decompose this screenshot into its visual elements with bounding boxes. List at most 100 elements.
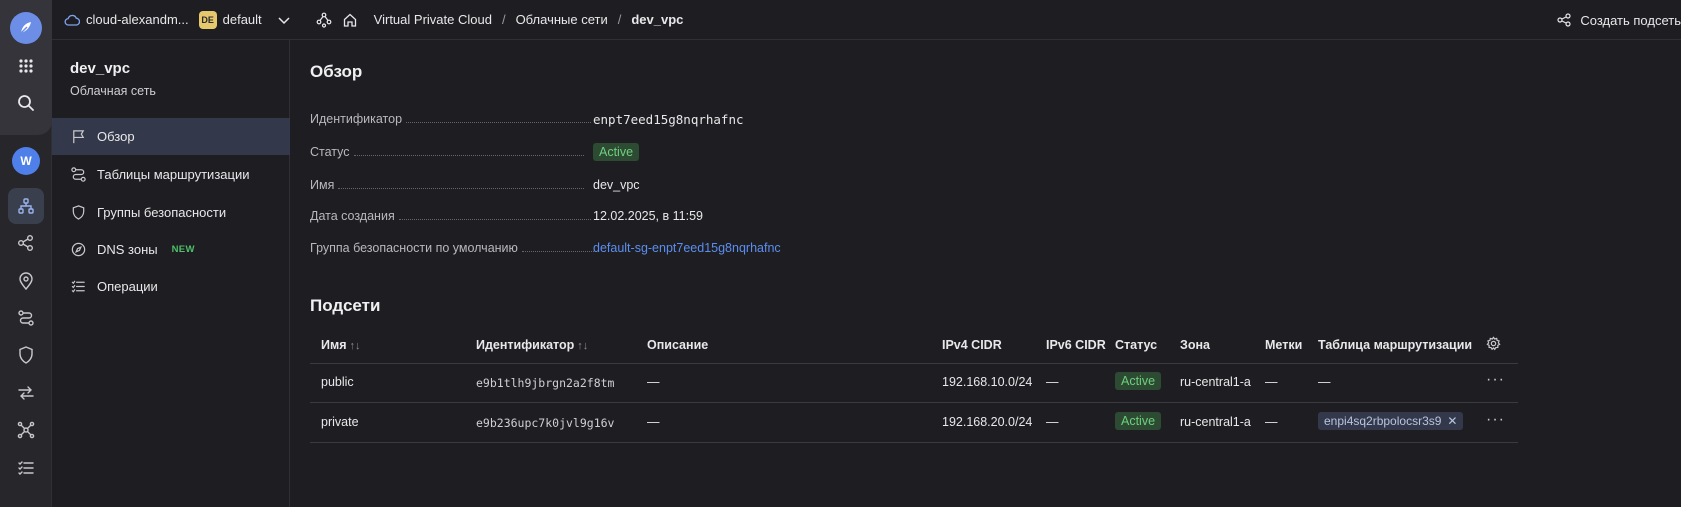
main-content: Обзор Идентификатор enpt7eed15g8nqrhafnc… <box>290 40 1681 507</box>
list-icon <box>71 280 85 293</box>
column-zone: Зона <box>1180 338 1210 352</box>
breadcrumb-separator: / <box>501 12 506 27</box>
cell-route-table: enpi4sq2rbpolocsr3s9 ✕ <box>1318 412 1464 430</box>
breadcrumb-current: dev_vpc <box>631 12 684 27</box>
create-subnet-button[interactable]: Создать подсеть <box>1556 0 1681 40</box>
cell-ipv4: 192.168.10.0/24 <box>942 375 1033 389</box>
leader-dots <box>521 250 594 252</box>
cell-description: — <box>647 415 660 429</box>
cell-route-table: — <box>1318 375 1331 389</box>
network-icon <box>18 198 34 214</box>
property-value-wrap: Active <box>593 143 640 161</box>
column-ipv6: IPv6 CIDR <box>1046 338 1106 352</box>
leader-dots <box>338 187 585 189</box>
column-id[interactable]: Идентификатор ↑↓ <box>476 338 588 352</box>
column-label: Идентификатор <box>476 338 575 352</box>
route-table-id: enpi4sq2rbpolocsr3s9 <box>1324 414 1442 428</box>
sidebar-item-label: DNS зоны <box>97 242 158 257</box>
sidebar-item-security-groups[interactable]: Группы безопасности <box>52 194 290 231</box>
table-row[interactable]: public e9b1tlh9jbrgn2a2f8tm — 192.168.10… <box>310 364 1518 403</box>
route-icon <box>18 310 34 326</box>
sidebar-item-label: Операции <box>97 279 158 294</box>
cell-ipv6: — <box>1046 375 1059 389</box>
sidebar-item-dns-zones[interactable]: DNS зоны NEW <box>52 231 290 268</box>
table-header: Имя ↑↓ Идентификатор ↑↓ Описание IPv4 CIDR… <box>310 326 1518 364</box>
cell-id: e9b236upc7k0jvl9g16v <box>476 416 615 430</box>
cell-name: private <box>321 415 359 429</box>
default-sg-link[interactable]: default-sg-enpt7eed15g8nqrhafnc <box>593 241 781 255</box>
create-subnet-label: Создать подсеть <box>1580 12 1681 28</box>
status-badge: Active <box>1115 372 1162 390</box>
column-labels: Метки <box>1265 338 1303 352</box>
top-bar: cloud-alexandm... DE default Virtual Pri… <box>52 0 1681 40</box>
yandex-cloud-logo[interactable] <box>8 10 44 46</box>
routes-service-button[interactable] <box>8 300 44 336</box>
route-table-tag[interactable]: enpi4sq2rbpolocsr3s9 ✕ <box>1318 412 1464 430</box>
row-actions-button[interactable]: ··· <box>1486 371 1505 389</box>
sidebar-item-route-tables[interactable]: Таблицы маршрутизации <box>52 156 290 193</box>
vpc-service-button[interactable] <box>8 188 44 224</box>
sidebar-item-label: Таблицы маршрутизации <box>97 167 250 182</box>
shield-icon <box>72 205 85 220</box>
breadcrumb-separator: / <box>617 12 622 27</box>
services-grid-button[interactable] <box>8 48 44 84</box>
property-id: Идентификатор enpt7eed15g8nqrhafnc <box>310 109 910 129</box>
service-network-icon[interactable] <box>316 12 332 28</box>
cell-labels: — <box>1265 415 1278 429</box>
share-nodes-icon <box>1556 12 1572 28</box>
sidebar-item-overview[interactable]: Обзор <box>52 118 290 155</box>
property-label: Имя <box>310 178 335 192</box>
property-default-sg: Группа безопасности по умолчанию default… <box>310 238 910 258</box>
search-button[interactable] <box>8 85 44 121</box>
search-icon <box>18 95 34 111</box>
leader-dots <box>398 218 591 220</box>
route-icon <box>71 167 86 182</box>
row-actions-button[interactable]: ··· <box>1486 411 1505 429</box>
folder-name: default <box>222 12 262 27</box>
subnets-title: Подсети <box>310 296 381 315</box>
property-label: Статус <box>310 145 350 159</box>
global-nav-rail: W <box>0 0 52 507</box>
grid-icon <box>19 59 33 73</box>
sort-icon: ↑↓ <box>349 340 361 352</box>
home-icon[interactable] <box>342 12 358 28</box>
property-value: dev_vpc <box>593 178 640 192</box>
cell-zone: ru-central1-a <box>1180 415 1251 429</box>
sidebar-item-operations[interactable]: Операции <box>52 268 290 305</box>
security-service-button[interactable] <box>8 337 44 373</box>
property-created: Дата создания 12.02.2025, в 11:59 <box>310 206 910 226</box>
share-service-button[interactable] <box>8 225 44 261</box>
resource-title: dev_vpc <box>70 60 131 77</box>
cell-ipv4: 192.168.20.0/24 <box>942 415 1033 429</box>
workspace-avatar-button[interactable]: W <box>8 143 44 179</box>
cell-name: public <box>321 375 354 389</box>
cell-id: e9b1tlh9jbrgn2a2f8tm <box>476 376 615 390</box>
sidebar-item-label: Обзор <box>97 129 135 144</box>
cell-status: Active <box>1115 412 1162 430</box>
resource-sidebar: dev_vpc Облачная сеть Обзор Таблицы марш… <box>52 40 290 507</box>
column-name[interactable]: Имя ↑↓ <box>321 338 361 352</box>
cell-status: Active <box>1115 372 1162 390</box>
cluster-service-button[interactable] <box>8 412 44 448</box>
property-label: Идентификатор <box>310 112 403 126</box>
cloud-selector[interactable]: cloud-alexandm... DE default <box>64 10 292 29</box>
breadcrumb-vpc[interactable]: Virtual Private Cloud <box>374 12 492 27</box>
avatar: W <box>12 147 40 175</box>
table-settings-button[interactable] <box>1486 336 1501 354</box>
location-service-button[interactable] <box>8 263 44 299</box>
resource-type: Облачная сеть <box>70 84 156 98</box>
close-icon[interactable]: ✕ <box>1447 414 1457 428</box>
property-value: enpt7eed15g8nqrhafnc <box>593 111 744 127</box>
list-icon <box>18 461 34 475</box>
property-status: Статус Active <box>310 142 910 162</box>
shield-icon <box>19 346 33 364</box>
chevron-down-icon <box>276 12 292 28</box>
column-route-table: Таблица маршрутизации <box>1318 338 1473 352</box>
logo-icon <box>10 12 42 44</box>
map-pin-icon <box>19 272 33 291</box>
transfer-service-button[interactable] <box>8 375 44 411</box>
table-row[interactable]: private e9b236upc7k0jvl9g16v — 192.168.2… <box>310 404 1518 443</box>
breadcrumb-networks[interactable]: Облачные сети <box>516 12 608 27</box>
operations-service-button[interactable] <box>8 450 44 486</box>
cloud-icon <box>64 12 80 28</box>
